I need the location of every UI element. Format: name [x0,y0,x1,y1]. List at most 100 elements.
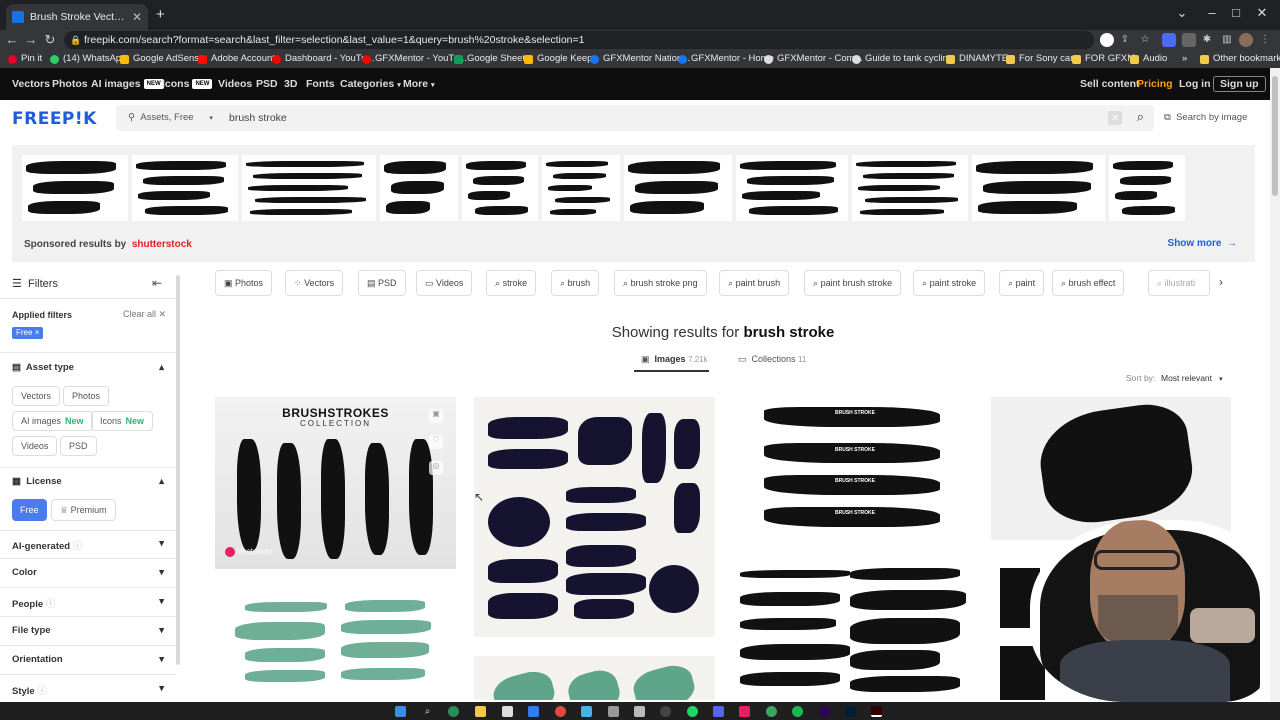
sidebar-scrollbar[interactable] [176,275,180,665]
nav-psd[interactable]: PSD [256,68,278,100]
bookmark-folder[interactable]: Audio [1130,50,1167,68]
pricing-link[interactable]: Pricing [1137,68,1173,100]
nav-icons[interactable]: Icons NEW [162,68,213,100]
bookmark-item[interactable]: GFXMentor - Home [678,50,774,68]
asset-type-section[interactable]: ▤ Asset type ▴ [12,362,164,373]
result-card[interactable]: BRUSH STROKE BRUSH STROKE BRUSH STROKE B… [740,397,966,537]
chip-paint-stroke[interactable]: ⌕ paint stroke [913,270,986,296]
asset-type-psd[interactable]: PSD [60,436,97,456]
bookmark-item[interactable]: GFXMentor Nation... [590,50,690,68]
google-lens-icon[interactable] [1100,33,1114,47]
spotify-icon[interactable] [792,706,803,717]
signup-button[interactable]: Sign up [1213,76,1266,92]
maximize-button[interactable]: □ [1222,2,1250,24]
snipping-tool-icon[interactable] [634,706,645,717]
more-bookmarks-button[interactable]: » [1182,50,1187,68]
address-bar[interactable]: 🔒 freepik.com/search?format=search&last_… [64,31,1094,49]
bookmark-folder[interactable]: FOR GFXM [1072,50,1135,68]
browser-tab[interactable]: Brush Stroke Vectors, Photos and PSD fil… [6,4,148,30]
github-icon[interactable] [660,706,671,717]
bookmark-item[interactable]: Google Sheets [454,50,530,68]
app-icon[interactable] [739,706,750,717]
chip-videos[interactable]: ▭ Videos [416,270,473,296]
close-tab-icon[interactable]: ✕ [132,10,142,24]
bookmark-item[interactable]: Adobe Account [198,50,275,68]
bookmark-folder[interactable]: DINAMYTE [946,50,1008,68]
new-tab-button[interactable]: + [156,6,165,23]
chip-brush-stroke-png[interactable]: ⌕ brush stroke png [614,270,707,296]
bookmark-item[interactable]: Google Keep [524,50,592,68]
freepik-logo[interactable]: FREEP!K [12,109,97,129]
collection-icon[interactable]: ▣ [429,409,443,423]
edge-icon[interactable] [448,706,459,717]
nav-3d[interactable]: 3D [284,68,297,100]
result-card[interactable]: BRUSHSTROKES COLLECTION Vectorium ▣ ♡ ◎ [215,397,456,569]
free-applied-chip[interactable]: Free × [12,327,44,339]
bookmark-item[interactable]: Pin it [8,50,42,68]
license-premium-button[interactable]: ♕ Premium [51,499,116,521]
nav-photos[interactable]: Photos [52,68,88,100]
asset-type-videos[interactable]: Videos [12,436,58,456]
nav-fonts[interactable]: Fonts [306,68,335,100]
premiere-pro-icon[interactable] [819,706,830,717]
file-explorer-icon[interactable] [475,706,486,717]
search-by-image-button[interactable]: ⧉ Search by image [1164,105,1247,131]
tab-search-icon[interactable]: ⌄ [1168,2,1196,24]
collapse-sidebar-icon[interactable]: ⇤ [152,276,162,290]
color-section[interactable]: Color ▾ [12,567,164,578]
file-type-section[interactable]: File type ▾ [12,625,164,636]
clear-search-icon[interactable]: ✕ [1108,111,1122,125]
license-free-button[interactable]: Free [12,499,47,521]
nav-ai-images[interactable]: AI images NEW [91,68,164,100]
extension-icon-2[interactable] [1182,33,1196,47]
calculator-icon[interactable] [581,706,592,717]
bookmark-item[interactable]: Google AdSense [120,50,204,68]
nav-vectors[interactable]: Vectors [12,68,50,100]
sort-dropdown[interactable]: Most relevant ▾ [1161,373,1223,383]
forward-icon[interactable]: → [21,30,41,50]
sell-content-link[interactable]: Sell content [1080,68,1140,100]
reload-icon[interactable]: ↻ [40,30,60,50]
bookmark-item[interactable]: GFXMentor - YouTu... [362,50,467,68]
chip-brush[interactable]: ⌕ brush [551,270,600,296]
chip-paint-brush-stroke[interactable]: ⌕ paint brush stroke [804,270,902,296]
nav-more[interactable]: More ▾ [403,68,435,100]
login-link[interactable]: Log in [1179,68,1211,100]
asset-type-icons[interactable]: Icons New [91,411,154,431]
windows-start-icon[interactable] [395,706,406,717]
nav-categories[interactable]: Categories ▾ [340,68,401,100]
tab-collections[interactable]: ▭ Collections 11 [738,354,806,372]
chip-photos[interactable]: ▣ Photos [215,270,273,296]
whatsapp-icon[interactable] [687,706,698,717]
result-card[interactable] [740,560,966,700]
search-icon[interactable]: ⌕ [422,706,433,717]
show-more-link[interactable]: Show more → [1168,238,1237,249]
result-card[interactable] [474,656,715,700]
illustrator-icon[interactable] [871,706,882,717]
share-icon[interactable]: ⇪ [1118,33,1132,47]
photoshop-icon[interactable] [845,706,856,717]
people-section[interactable]: People ⓘ ▾ [12,596,164,610]
chip-vectors[interactable]: ⁘ Vectors [285,270,344,296]
bookmark-folder[interactable]: Other bookmarks [1200,50,1280,68]
nav-videos[interactable]: Videos [218,68,252,100]
mail-icon[interactable] [528,706,539,717]
profile-avatar[interactable] [1239,33,1253,47]
chip-psd[interactable]: ▤ PSD [358,270,406,296]
result-card[interactable] [215,590,456,700]
page-scrollbar[interactable] [1270,68,1280,702]
bookmark-item[interactable]: Guide to tank cyclin... [852,50,956,68]
close-window-button[interactable]: ✕ [1248,2,1276,24]
shutterstock-logo[interactable]: shutterstock [132,239,192,250]
notepad-icon[interactable] [608,706,619,717]
chips-next-arrow-icon[interactable]: › [1219,275,1223,289]
chip-paint-brush[interactable]: ⌕ paint brush [719,270,790,296]
similar-icon[interactable]: ◎ [429,461,443,475]
chip-illustration[interactable]: ⌕ illustrati [1148,270,1210,296]
page-scrollbar-thumb[interactable] [1272,76,1278,196]
like-icon[interactable]: ♡ [429,435,443,449]
puzzle-extensions-icon[interactable]: ✱ [1200,33,1214,47]
bookmark-item[interactable]: (14) WhatsApp [50,50,126,68]
tab-images[interactable]: ▣ Images 7.21k [634,354,709,372]
bookmark-star-icon[interactable]: ☆ [1138,33,1152,47]
